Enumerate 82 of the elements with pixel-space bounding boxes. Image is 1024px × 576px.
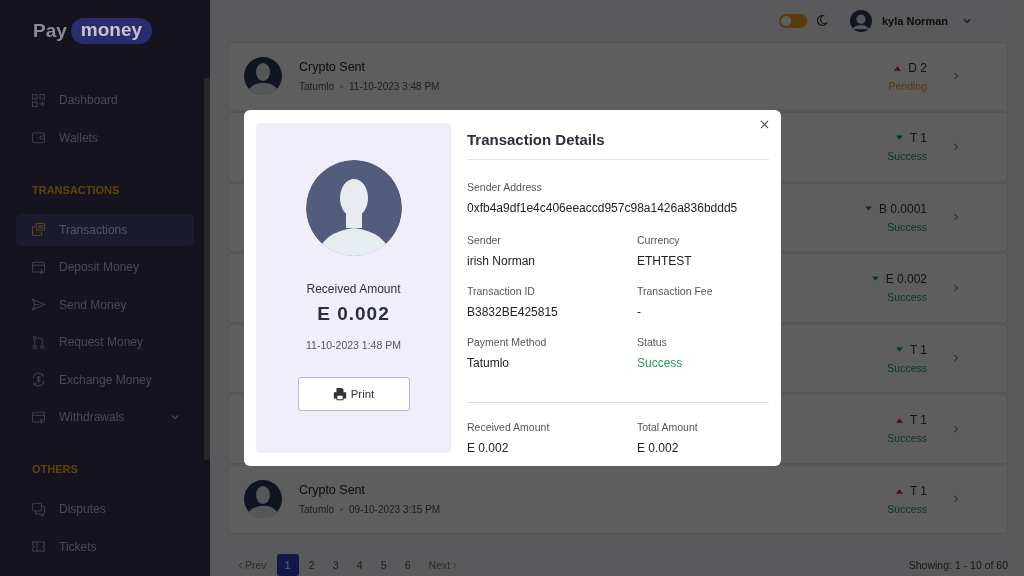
transaction-date: 09-10-2023 3:15 PM xyxy=(349,504,441,516)
transaction-amount: T 1 xyxy=(909,413,927,428)
avatar-icon[interactable] xyxy=(849,9,872,32)
transaction-amount: T 1 xyxy=(909,483,927,498)
chevron-right-icon xyxy=(450,560,460,570)
chevron-right-icon[interactable] xyxy=(951,423,961,434)
transaction-row[interactable]: Crypto Sent Tatumlo 11-10-2023 3:48 PM D 2 Pending xyxy=(228,41,1008,111)
field-label: Payment Method xyxy=(467,336,548,348)
transaction-status: Pending xyxy=(888,79,927,92)
transaction-status: Success xyxy=(887,150,927,163)
exchange-icon xyxy=(31,372,46,387)
field-label: Transaction Fee xyxy=(637,285,714,297)
page-link[interactable]: 1 xyxy=(276,554,299,576)
field-label: Sender xyxy=(467,234,502,246)
payment-method: Tatumlo xyxy=(299,504,334,516)
field-value: Tatumlo xyxy=(467,356,511,370)
transaction-amount: D 2 xyxy=(908,60,927,75)
field-value: E 0.002 xyxy=(637,441,680,455)
chevron-right-icon[interactable] xyxy=(951,141,961,152)
moon-icon xyxy=(814,14,828,28)
avatar-icon xyxy=(243,479,283,520)
user-name[interactable]: kyla Norman xyxy=(881,14,948,27)
field-label: Status xyxy=(637,336,668,348)
transaction-amount: T 1 xyxy=(909,342,927,357)
deposit-icon xyxy=(31,259,46,275)
transaction-title: Crypto Sent xyxy=(299,60,366,75)
avatar-icon xyxy=(243,56,283,97)
chat-icon xyxy=(31,501,46,517)
field-label: Received Amount xyxy=(467,421,551,433)
field-value: ETHTEST xyxy=(637,254,693,268)
logo-badge: money xyxy=(70,18,153,44)
print-button[interactable]: Print xyxy=(297,377,410,411)
field-label: Transaction ID xyxy=(467,285,536,297)
received-amount: E 0.002 xyxy=(317,303,390,325)
printer-icon xyxy=(332,387,347,401)
field-label: Currency xyxy=(637,234,681,246)
transaction-status: Success xyxy=(886,220,927,233)
chevron-right-icon[interactable] xyxy=(951,494,961,505)
send-icon xyxy=(31,297,46,312)
transaction-status: Success xyxy=(887,502,927,515)
chevron-right-icon[interactable] xyxy=(951,353,961,364)
field-value: Success xyxy=(637,356,684,370)
showing-count: Showing: 1 - 10 of 60 xyxy=(908,559,1008,571)
transaction-status: Success xyxy=(886,291,927,304)
wallet-icon xyxy=(31,130,46,145)
field-value: 0xfb4a9df1e4c406eeaccd957c98a1426a836bddd5 xyxy=(467,201,739,215)
chevron-right-icon[interactable] xyxy=(951,212,961,223)
field-value: - xyxy=(637,305,642,319)
close-icon[interactable] xyxy=(760,120,769,129)
withdraw-icon xyxy=(31,409,46,425)
transaction-amount: B 0.0001 xyxy=(878,201,927,216)
logo-text: Pay xyxy=(33,20,67,42)
dialog-title: Transaction Details xyxy=(467,131,606,148)
grid-icon xyxy=(31,92,46,108)
received-amount-label: Received Amount xyxy=(306,282,401,296)
field-label: Total Amount xyxy=(637,421,699,433)
page-link[interactable]: 3 xyxy=(324,554,347,576)
chevron-left-icon xyxy=(236,560,245,570)
transaction-amount: E 0.002 xyxy=(885,272,927,287)
transaction-status: Success xyxy=(887,361,927,374)
field-value: E 0.002 xyxy=(467,441,510,455)
cards-icon xyxy=(31,222,46,237)
field-value: irish Norman xyxy=(467,254,536,268)
section-heading: TRANSACTIONS xyxy=(31,183,121,196)
transaction-title: Crypto Sent xyxy=(299,483,366,498)
field-label: Sender Address xyxy=(467,181,543,193)
request-icon xyxy=(31,334,46,350)
transaction-row[interactable]: Crypto Sent Tatumlo 09-10-2023 3:15 PM T 1 Success xyxy=(228,464,1008,534)
avatar-icon xyxy=(305,160,402,256)
page-link[interactable]: 4 xyxy=(348,554,371,576)
chevron-down-icon xyxy=(170,412,180,422)
field-value: B3832BE425815 xyxy=(467,305,559,319)
payment-method: Tatumlo xyxy=(299,81,334,93)
transaction-date: 11-10-2023 1:48 PM xyxy=(306,339,401,351)
chevron-right-icon[interactable] xyxy=(951,282,961,293)
section-heading: OTHERS xyxy=(31,463,79,475)
transaction-date: 11-10-2023 3:48 PM xyxy=(349,81,440,93)
ticket-icon xyxy=(31,539,46,554)
transaction-amount: T 1 xyxy=(909,131,927,146)
chevron-right-icon[interactable] xyxy=(951,71,961,82)
transaction-status: Success xyxy=(887,432,927,445)
theme-toggle[interactable] xyxy=(778,13,807,28)
